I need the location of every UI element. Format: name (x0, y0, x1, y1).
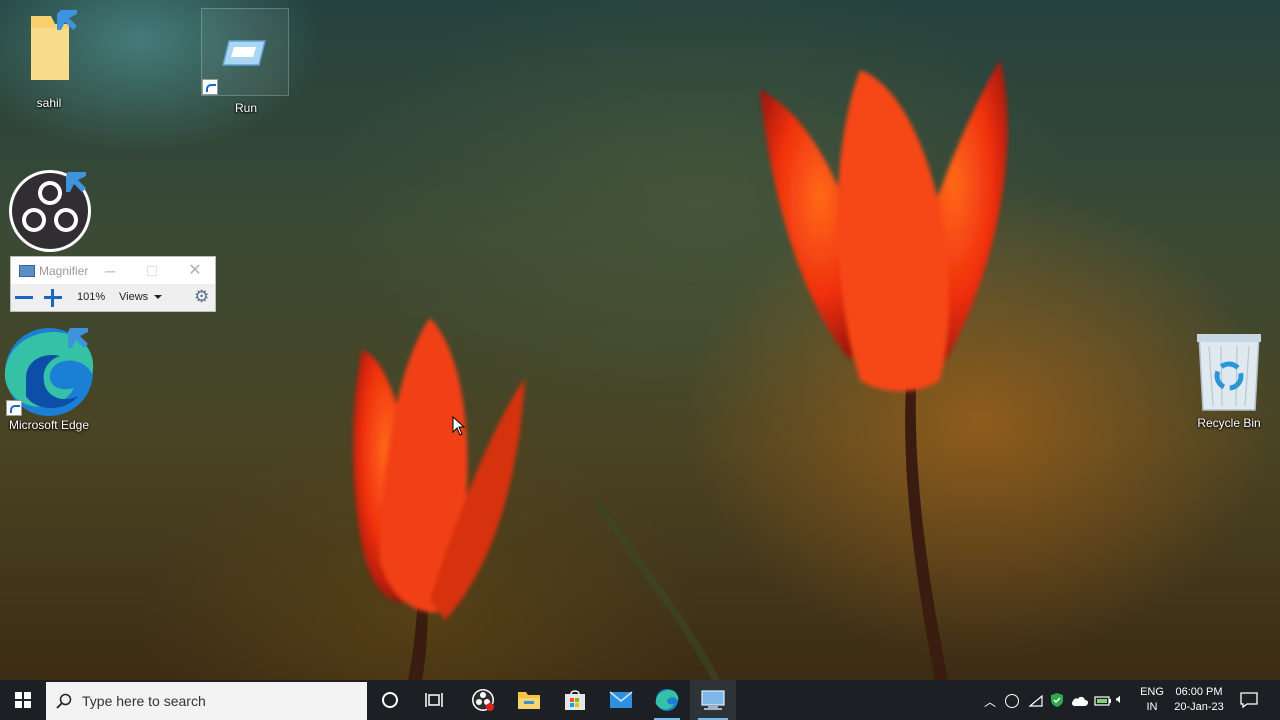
desktop-icon-recycle-bin[interactable]: Recycle Bin (1184, 330, 1274, 430)
mouse-cursor-icon (452, 416, 466, 436)
recycle-bin-icon (1197, 334, 1261, 411)
edge-icon (655, 689, 679, 711)
shortcut-arrow-icon (6, 400, 22, 416)
taskbar-app-store[interactable] (552, 680, 598, 720)
views-label: Views (119, 291, 149, 303)
show-hidden-icons-chevron-up-icon[interactable]: ︿ (984, 693, 996, 710)
notification-center-icon[interactable] (1240, 692, 1258, 708)
clock-date: 20-Jan-23 (1174, 701, 1224, 713)
desktop-icon-label: Recycle Bin (1197, 416, 1261, 430)
file-explorer-icon (518, 692, 540, 709)
magnifier-app-icon (19, 264, 35, 277)
taskbar-app-file-explorer[interactable] (506, 680, 552, 720)
task-view-button[interactable] (412, 680, 456, 720)
settings-gear-icon[interactable]: ⚙ (194, 287, 209, 307)
shortcut-arrow-icon (202, 79, 218, 95)
chevron-down-icon (154, 295, 163, 300)
taskbar-app-obs[interactable] (460, 680, 506, 720)
taskbar-app-magnifier[interactable] (690, 680, 736, 720)
desktop-icon-label: Microsoft Edge (8, 418, 90, 432)
desktop-icon-label: sahil (36, 96, 62, 110)
desktop-icon-run[interactable]: Run (201, 8, 289, 115)
obs-tray-icon[interactable] (1005, 694, 1019, 708)
volume-speaker-icon[interactable]: 🔈︎ (1116, 691, 1124, 707)
taskbar-app-mail[interactable] (598, 680, 644, 720)
battery-charging-icon[interactable] (1094, 695, 1112, 707)
desktop-icon-obs[interactable] (4, 168, 94, 256)
mail-envelope-icon (609, 691, 633, 708)
close-button[interactable]: ✕ (181, 261, 209, 281)
windows-logo-icon (15, 692, 31, 708)
wallpaper-tulips (353, 60, 1008, 680)
zoom-in-button[interactable] (44, 289, 62, 307)
store-bag-icon (565, 690, 585, 710)
desktop-icon-sahil[interactable]: sahil (4, 10, 94, 110)
cortana-circle-icon (382, 692, 398, 708)
task-view-icon (425, 693, 443, 707)
desktop-icon-label: Run (234, 101, 257, 115)
cortana-button[interactable] (368, 680, 412, 720)
start-button[interactable] (0, 680, 46, 720)
plus-icon-vertical (51, 289, 54, 307)
desktop: sahil Run Microsoft Edge Recycle Bin (0, 0, 1280, 680)
magnifier-title: Magnifier (39, 263, 89, 278)
magnifier-window[interactable]: Magnifier ─ ☐ ✕ 101% Views ⚙ (10, 256, 216, 312)
obs-studio-icon (9, 170, 91, 252)
language-line1: ENG (1140, 686, 1164, 698)
folder-icon (31, 10, 77, 80)
views-dropdown[interactable]: Views (119, 291, 163, 303)
language-line2: IN (1146, 701, 1158, 713)
taskbar-search-box[interactable]: Type here to search (46, 682, 367, 720)
clock-time: 06:00 PM (1175, 686, 1223, 698)
maximize-button[interactable]: ☐ (138, 261, 166, 281)
input-language-indicator[interactable]: ENG IN (1138, 685, 1166, 715)
obs-studio-icon (472, 689, 494, 711)
zoom-out-button[interactable] (15, 296, 33, 299)
magnifier-toolbar: 101% Views ⚙ (11, 284, 215, 311)
zoom-level: 101% (77, 291, 106, 303)
taskbar-app-edge[interactable] (644, 680, 690, 720)
desktop-icon-microsoft-edge[interactable]: Microsoft Edge (4, 326, 94, 432)
search-icon (56, 693, 72, 709)
search-placeholder: Type here to search (82, 693, 206, 709)
run-icon (222, 40, 266, 66)
onedrive-cloud-icon[interactable] (1071, 695, 1089, 707)
security-shield-icon[interactable] (1050, 692, 1064, 708)
minimize-button[interactable]: ─ (96, 261, 124, 281)
network-wifi-icon[interactable] (1028, 694, 1044, 708)
magnifier-app-icon (701, 690, 725, 710)
clock[interactable]: 06:00 PM 20-Jan-23 (1170, 685, 1228, 715)
